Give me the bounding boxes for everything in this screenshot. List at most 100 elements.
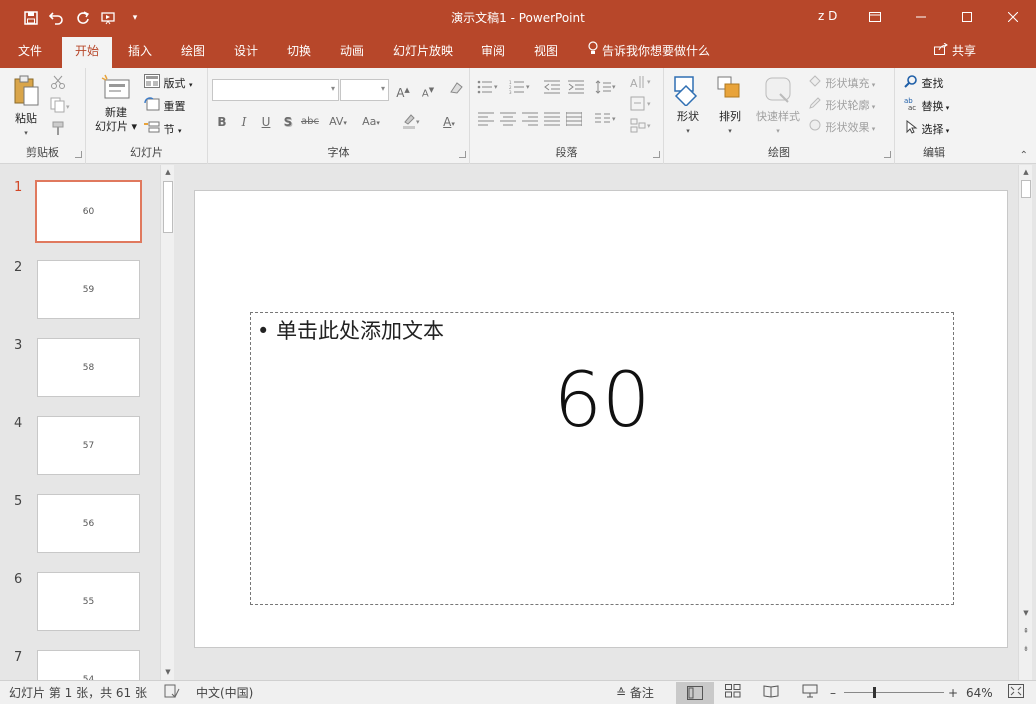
next-slide-icon[interactable]: ⇟ [1019, 642, 1033, 656]
collapse-ribbon-icon[interactable]: ⌃ [1020, 150, 1028, 161]
line-spacing-icon[interactable]: ▾ [594, 80, 620, 100]
quick-styles-button[interactable]: 快速样式 ▾ [752, 74, 804, 138]
scroll-up-icon[interactable]: ▲ [161, 165, 175, 179]
tab-home[interactable]: 开始 [62, 37, 112, 68]
italic-button[interactable]: I [234, 112, 254, 132]
tab-view[interactable]: 视图 [524, 34, 568, 68]
align-text-icon[interactable]: ▾ [628, 96, 658, 116]
tab-design[interactable]: 设计 [224, 34, 268, 68]
placeholder-text[interactable]: • 单击此处添加文本 [257, 315, 444, 345]
shape-outline-button[interactable]: 形状轮廓 ▾ [808, 96, 875, 114]
slide-thumbnail[interactable]: 59 [37, 260, 140, 319]
numbering-icon[interactable]: 1 2 3 ▾ [508, 80, 534, 100]
character-spacing-button[interactable]: AV▾ [324, 112, 352, 132]
cut-icon[interactable] [50, 74, 66, 92]
tab-slideshow[interactable]: 幻灯片放映 [386, 34, 460, 68]
content-placeholder[interactable]: • 单击此处添加文本 60 [250, 312, 954, 605]
language-indicator[interactable]: 中文(中国) [196, 684, 253, 702]
replace-button[interactable]: ab ac 替换 ▾ [904, 97, 949, 115]
font-size-combo[interactable]: ▾ [340, 79, 389, 101]
tab-animations[interactable]: 动画 [330, 34, 374, 68]
find-button[interactable]: 查找 [904, 74, 944, 92]
zoom-level[interactable]: 64% [966, 684, 993, 702]
thumbnail-scroll-thumb[interactable] [163, 181, 173, 233]
clear-formatting-icon[interactable] [446, 80, 466, 100]
grow-font-icon[interactable]: A▲ [393, 80, 413, 100]
tab-review[interactable]: 审阅 [471, 34, 515, 68]
thumbnail-scrollbar[interactable]: ▲ ▼ [160, 165, 174, 680]
minimize-icon[interactable] [898, 0, 944, 34]
shape-effects-button[interactable]: 形状效果 ▾ [808, 118, 875, 136]
slide-thumbnail[interactable]: 57 [37, 416, 140, 475]
slide-thumbnail[interactable]: 55 [37, 572, 140, 631]
previous-slide-icon[interactable]: ⇞ [1019, 624, 1033, 638]
tell-me-box[interactable]: 告诉我你想要做什么 [588, 34, 710, 68]
font-launcher-icon[interactable] [459, 151, 466, 158]
close-icon[interactable] [990, 0, 1036, 34]
tab-transitions[interactable]: 切换 [277, 34, 321, 68]
format-painter-icon[interactable] [50, 120, 66, 138]
smartart-icon[interactable]: ▾ [628, 118, 658, 138]
share-button[interactable]: 共享 [934, 34, 976, 68]
slide-canvas[interactable]: • 单击此处添加文本 60 [194, 190, 1008, 648]
layout-button[interactable]: 版式 ▾ [144, 74, 193, 92]
text-direction-icon[interactable]: A ▾ [628, 74, 658, 94]
slide-number-text[interactable]: 60 [251, 355, 953, 444]
tab-file[interactable]: 文件 [8, 34, 52, 68]
editor-scrollbar[interactable]: ▲ ▼ ⇞ ⇟ [1018, 165, 1032, 680]
decrease-indent-icon[interactable] [542, 80, 562, 100]
bold-button[interactable]: B [212, 112, 232, 132]
align-center-icon[interactable] [498, 112, 518, 132]
clipboard-launcher-icon[interactable] [75, 151, 82, 158]
maximize-icon[interactable] [944, 0, 990, 34]
normal-view-button[interactable] [676, 682, 714, 704]
highlight-button[interactable]: ▾ [396, 112, 426, 132]
select-button[interactable]: 选择 ▾ [904, 119, 949, 138]
slideshow-view-icon[interactable] [802, 684, 818, 702]
slide-thumbnail[interactable]: 58 [37, 338, 140, 397]
editor-scroll-thumb[interactable] [1021, 180, 1031, 198]
editor-scroll-down-icon[interactable]: ▼ [1019, 606, 1033, 620]
reset-button[interactable]: 重置 [144, 97, 186, 115]
new-slide-button[interactable]: 新建 幻灯片 ▾ [91, 74, 141, 134]
underline-button[interactable]: U [256, 112, 276, 132]
justify-icon[interactable] [542, 112, 562, 132]
zoom-slider[interactable] [844, 692, 944, 693]
tab-insert[interactable]: 插入 [118, 34, 162, 68]
font-name-combo[interactable]: ▾ [212, 79, 339, 101]
spell-check-icon[interactable] [164, 684, 180, 702]
align-left-icon[interactable] [476, 112, 496, 132]
align-right-icon[interactable] [520, 112, 540, 132]
slide-thumbnail[interactable]: 56 [37, 494, 140, 553]
columns-icon[interactable]: ▾ [594, 112, 620, 132]
shrink-font-icon[interactable]: A▼ [418, 80, 438, 100]
shapes-button[interactable]: 形状 ▾ [670, 74, 706, 138]
copy-icon[interactable]: ▾ [50, 97, 72, 115]
slide-thumbnail[interactable]: 60 [35, 180, 142, 243]
shape-fill-button[interactable]: 形状填充 ▾ [808, 74, 875, 92]
paragraph-launcher-icon[interactable] [653, 151, 660, 158]
user-name[interactable]: z D [818, 9, 837, 23]
ribbon-display-icon[interactable] [852, 0, 898, 34]
increase-indent-icon[interactable] [566, 80, 586, 100]
bullets-icon[interactable]: ▾ [476, 80, 502, 100]
strikethrough-button[interactable]: abc [300, 112, 320, 132]
arrange-button[interactable]: 排列 ▾ [712, 74, 748, 138]
zoom-slider-handle[interactable] [873, 687, 876, 698]
distributed-icon[interactable] [564, 112, 584, 132]
section-button[interactable]: 节 ▾ [144, 120, 182, 138]
zoom-out-icon[interactable]: – [830, 684, 836, 702]
scroll-down-icon[interactable]: ▼ [161, 665, 175, 679]
slide-sorter-icon[interactable] [725, 684, 741, 702]
reading-view-icon[interactable] [763, 684, 779, 702]
shadow-button[interactable]: S [278, 112, 298, 132]
paste-button[interactable]: 粘贴 ▾ [8, 74, 44, 140]
change-case-button[interactable]: Aa▾ [356, 112, 386, 132]
zoom-in-icon[interactable]: + [948, 684, 958, 702]
notes-button[interactable]: ≙ 备注 [616, 684, 654, 702]
fit-to-window-icon[interactable] [1008, 684, 1024, 702]
font-color-button[interactable]: A▾ [434, 112, 464, 132]
drawing-launcher-icon[interactable] [884, 151, 891, 158]
editor-scroll-up-icon[interactable]: ▲ [1019, 165, 1033, 179]
tab-draw[interactable]: 绘图 [171, 34, 215, 68]
